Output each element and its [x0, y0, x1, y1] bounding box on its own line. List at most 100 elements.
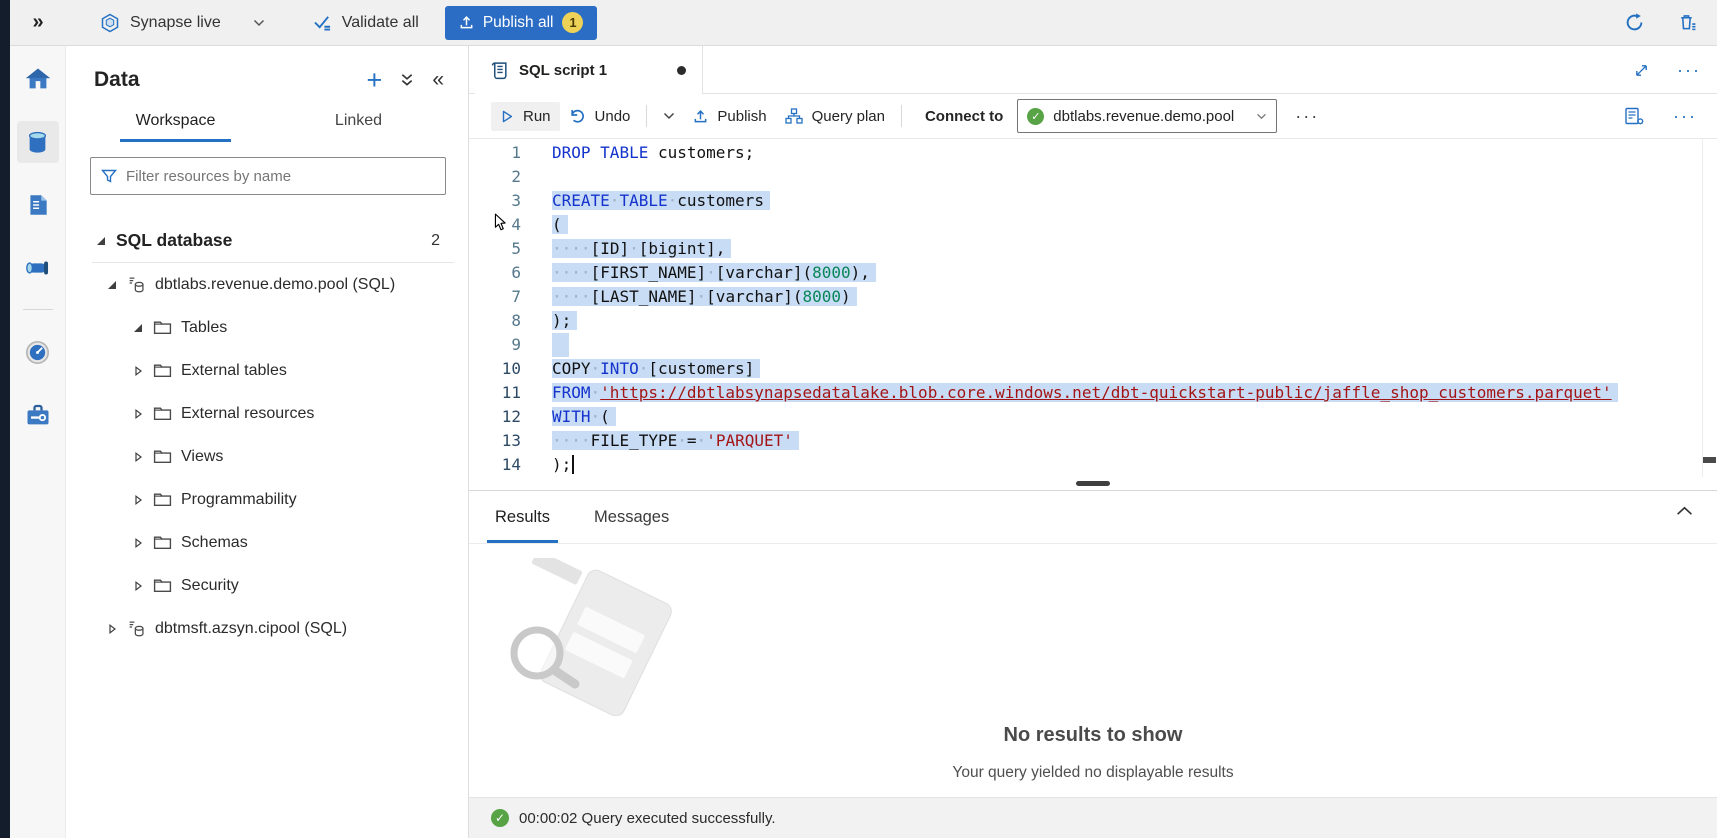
connection-more-options-icon[interactable]: ··· — [1295, 111, 1319, 121]
tab-linked[interactable]: Linked — [267, 108, 450, 142]
refresh-icon[interactable] — [1625, 13, 1644, 32]
tree-item-sql-database[interactable]: SQL database2 — [66, 219, 468, 262]
query-plan-label: Query plan — [812, 108, 885, 125]
success-check-icon: ✓ — [491, 809, 509, 827]
filter-resources-input[interactable] — [126, 168, 435, 185]
query-status-bar: ✓ 00:00:02 Query executed successfully. — [469, 797, 1717, 838]
tree-item-schemas[interactable]: Schemas — [66, 521, 468, 564]
expand-arrow-icon[interactable] — [133, 409, 153, 419]
expand-editor-icon[interactable] — [1634, 63, 1649, 78]
mode-selector[interactable]: Synapse live — [100, 13, 265, 33]
editor-scrollbar[interactable] — [1702, 139, 1717, 477]
publish-button[interactable]: Publish — [684, 102, 775, 131]
script-properties-icon[interactable] — [1624, 107, 1645, 126]
upload-icon — [693, 109, 708, 124]
collapse-arrow-icon[interactable] — [133, 323, 153, 333]
chevron-down-icon[interactable] — [253, 19, 265, 27]
home-icon — [24, 65, 52, 93]
expand-arrow-icon[interactable] — [133, 366, 153, 376]
tree-item-dbtmsft-azsyn-cipool-sql[interactable]: dbtmsft.azsyn.cipool (SQL) — [66, 607, 468, 650]
tree-item-label: Views — [181, 448, 223, 466]
tree-item-views[interactable]: Views — [66, 435, 468, 478]
gauge-icon — [24, 339, 51, 366]
discard-all-trash-icon[interactable] — [1678, 13, 1697, 32]
tree-item-tables[interactable]: Tables — [66, 306, 468, 349]
pool-name: dbtlabs.revenue.demo.pool — [1053, 108, 1247, 125]
splitter-handle[interactable] — [1076, 481, 1110, 486]
nav-integrate-button[interactable] — [17, 247, 59, 289]
code-line-14[interactable]: 14); — [469, 453, 1717, 477]
double-chevron-down-icon[interactable] — [400, 73, 414, 87]
tab-sql-script-1[interactable]: SQL script 1 — [475, 46, 703, 94]
tab-workspace[interactable]: Workspace — [84, 108, 267, 142]
toolbar-divider — [901, 105, 902, 127]
tab-messages[interactable]: Messages — [586, 496, 677, 543]
database-icon — [127, 275, 155, 294]
add-resource-icon[interactable]: + — [367, 70, 383, 90]
toolbar-more-options-icon[interactable]: ··· — [1673, 111, 1697, 121]
tree-item-dbtlabs-revenue-demo-pool-sql[interactable]: dbtlabs.revenue.demo.pool (SQL) — [66, 263, 468, 306]
validate-check-icon — [313, 14, 332, 31]
expand-arrow-icon[interactable] — [133, 581, 153, 591]
code-line-4[interactable]: 4( — [469, 213, 1717, 237]
collapse-arrow-icon[interactable] — [96, 236, 116, 246]
nav-data-button[interactable] — [17, 121, 59, 163]
undo-icon — [569, 108, 586, 124]
code-line-3[interactable]: 3CREATE·TABLE·customers — [469, 189, 1717, 213]
results-tab-bar: Results Messages — [469, 490, 1717, 544]
run-options-chevron[interactable] — [654, 106, 684, 126]
code-line-12[interactable]: 12WITH·( — [469, 405, 1717, 429]
tree-item-programmability[interactable]: Programmability — [66, 478, 468, 521]
pool-selector-dropdown[interactable]: ✓ dbtlabs.revenue.demo.pool — [1017, 99, 1277, 133]
publish-all-button[interactable]: Publish all 1 — [445, 6, 598, 40]
text-caret — [572, 455, 574, 474]
code-line-9[interactable]: 9 — [469, 333, 1717, 357]
collapse-panel-icon[interactable]: « — [432, 70, 444, 90]
expand-arrow-icon[interactable] — [133, 452, 153, 462]
nav-home-button[interactable] — [17, 58, 59, 100]
folder-icon — [153, 449, 181, 464]
tree-item-security[interactable]: Security — [66, 564, 468, 607]
code-line-6[interactable]: 6····[FIRST_NAME]·[varchar](8000), — [469, 261, 1717, 285]
scrollbar-thumb[interactable] — [1703, 457, 1716, 463]
nav-monitor-button[interactable] — [17, 331, 59, 373]
top-command-bar: » Synapse live Validate all Publish all … — [10, 0, 1717, 46]
left-edge-strip — [0, 0, 10, 838]
validate-all-button[interactable]: Validate all — [313, 14, 419, 32]
run-button[interactable]: Run — [491, 102, 560, 131]
code-line-5[interactable]: 5····[ID]·[bigint], — [469, 237, 1717, 261]
tab-results[interactable]: Results — [487, 496, 558, 543]
nav-manage-button[interactable] — [17, 394, 59, 436]
expand-arrow-icon[interactable] — [133, 495, 153, 505]
collapse-results-chevron-icon[interactable] — [1676, 506, 1693, 516]
query-plan-button[interactable]: Query plan — [776, 102, 894, 131]
upload-icon — [459, 15, 474, 30]
nav-develop-button[interactable] — [17, 184, 59, 226]
code-line-1[interactable]: 1DROP TABLE customers; — [469, 141, 1717, 165]
tab-more-options-icon[interactable]: ··· — [1677, 65, 1701, 75]
line-number: 14 — [469, 453, 521, 477]
code-line-11[interactable]: 11FROM·'https://dbtlabsynapsedatalake.bl… — [469, 381, 1717, 405]
line-number: 1 — [469, 141, 521, 165]
query-plan-icon — [785, 108, 803, 124]
connect-to-label: Connect to — [925, 108, 1003, 125]
undo-button[interactable]: Undo — [560, 102, 640, 131]
tree-item-external-resources[interactable]: External resources — [66, 392, 468, 435]
code-line-2[interactable]: 2 — [469, 165, 1717, 189]
code-line-8[interactable]: 8); — [469, 309, 1717, 333]
expand-arrow-icon[interactable] — [133, 538, 153, 548]
sql-code-editor[interactable]: 1DROP TABLE customers;23CREATE·TABLE·cus… — [469, 139, 1717, 477]
toolbox-icon — [24, 401, 52, 429]
unsaved-changes-dot — [677, 66, 686, 75]
tree-item-external-tables[interactable]: External tables — [66, 349, 468, 392]
expand-sidebar-icon[interactable]: » — [10, 11, 66, 34]
collapse-arrow-icon[interactable] — [107, 280, 127, 290]
code-line-13[interactable]: 13····FILE_TYPE·=·'PARQUET' — [469, 429, 1717, 453]
no-results-title: No results to show — [469, 724, 1717, 747]
expand-arrow-icon[interactable] — [107, 624, 127, 634]
line-number: 12 — [469, 405, 521, 429]
publish-count-badge: 1 — [562, 12, 583, 33]
code-line-10[interactable]: 10COPY·INTO·[customers] — [469, 357, 1717, 381]
code-line-7[interactable]: 7····[LAST_NAME]·[varchar](8000) — [469, 285, 1717, 309]
sql-database-tree: SQL database2dbtlabs.revenue.demo.pool (… — [66, 219, 468, 650]
